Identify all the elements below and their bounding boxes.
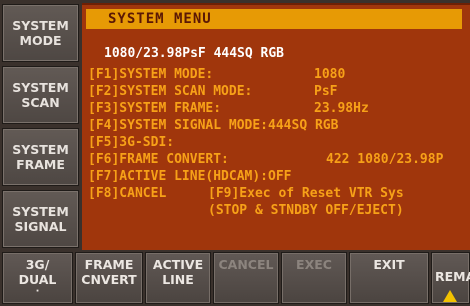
- soft-key-3g-dual-line2: DUAL: [18, 272, 57, 287]
- menu-row-f4-label[interactable]: [F4]SYSTEM SIGNAL MODE:444SQ RGB: [88, 118, 338, 133]
- menu-row-f6-value: 422 1080/23.98P: [326, 152, 444, 167]
- menu-row-f1-label[interactable]: [F1]SYSTEM MODE:: [88, 67, 213, 82]
- system-mode-button[interactable]: SYSTEM MODE: [2, 4, 79, 62]
- system-mode-button-line2: MODE: [19, 33, 62, 48]
- system-scan-button-line1: SYSTEM: [12, 80, 69, 95]
- menu-row-f5-label[interactable]: [F5]3G-SDI:: [88, 135, 174, 150]
- soft-key-exec-label: EXEC: [296, 257, 332, 272]
- menu-header: SYSTEM MENU: [86, 9, 462, 29]
- soft-key-3g-dual-line1: 3G/: [25, 257, 50, 272]
- menu-row-f6-label[interactable]: [F6]FRAME CONVERT:: [88, 152, 229, 167]
- menu-row-f8-label[interactable]: [F8]CANCEL: [88, 186, 166, 201]
- soft-key-exit[interactable]: EXIT: [349, 252, 429, 304]
- system-signal-button[interactable]: SYSTEM SIGNAL: [2, 190, 79, 248]
- system-scan-button[interactable]: SYSTEM SCAN: [2, 66, 79, 124]
- menu-row-f2-label[interactable]: [F2]SYSTEM SCAN MODE:: [88, 84, 252, 99]
- soft-key-remaining-label: REMA: [435, 269, 470, 284]
- system-frame-button-line2: FRAME: [16, 157, 65, 172]
- soft-key-active-line-line2: LINE: [162, 272, 194, 287]
- menu-row-f2-value: PsF: [314, 84, 338, 99]
- menu-row-f3-value: 23.98Hz: [314, 101, 369, 116]
- system-frame-button-line1: SYSTEM: [12, 142, 69, 157]
- soft-key-active-line[interactable]: ACTIVE LINE: [145, 252, 211, 304]
- system-scan-button-line2: SCAN: [21, 95, 60, 110]
- system-signal-button-line1: SYSTEM: [12, 204, 69, 219]
- system-signal-button-line2: SIGNAL: [14, 219, 67, 234]
- warning-icon: [443, 290, 457, 302]
- soft-key-cancel[interactable]: CANCEL: [213, 252, 279, 304]
- soft-key-frame-convert-line2: CNVERT: [81, 272, 137, 287]
- system-mode-button-line1: SYSTEM: [12, 18, 69, 33]
- menu-row-f1-value: 1080: [314, 67, 346, 82]
- vtr-display: SYSTEM MODE SYSTEM SCAN SYSTEM FRAME SYS…: [0, 0, 470, 306]
- menu-row-f7-label[interactable]: [F7]ACTIVE LINE(HDCAM):OFF: [88, 169, 292, 184]
- menu-row-f9-note: (STOP & STNDBY OFF/EJECT): [208, 203, 404, 218]
- menu-title: SYSTEM MENU: [108, 11, 212, 27]
- system-menu-panel: SYSTEM MENU 1080/23.98PsF 444SQ RGB [F1]…: [82, 3, 470, 250]
- system-frame-button[interactable]: SYSTEM FRAME: [2, 128, 79, 186]
- menu-row-f9-label[interactable]: [F9]Exec of Reset VTR Sys: [208, 186, 404, 201]
- menu-row-f3-label[interactable]: [F3]SYSTEM FRAME:: [88, 101, 221, 116]
- soft-key-frame-convert-line1: FRAME: [84, 257, 134, 272]
- soft-key-frame-convert[interactable]: FRAME CNVERT: [75, 252, 143, 304]
- current-format-status: 1080/23.98PsF 444SQ RGB: [104, 46, 285, 61]
- soft-key-active-line-line1: ACTIVE: [152, 257, 204, 272]
- soft-key-exec[interactable]: EXEC: [281, 252, 347, 304]
- dot-icon: ·: [35, 286, 40, 297]
- soft-key-3g-dual[interactable]: 3G/ DUAL ·: [2, 252, 73, 304]
- soft-key-exit-label: EXIT: [373, 257, 405, 272]
- soft-key-cancel-label: CANCEL: [218, 257, 274, 272]
